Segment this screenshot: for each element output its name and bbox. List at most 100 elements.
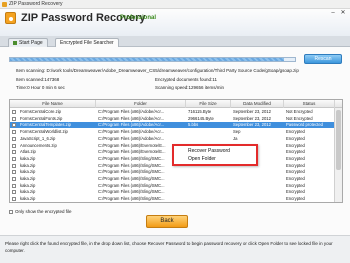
window-title: ZIP Password Recovery: [9, 1, 63, 7]
row-checkbox[interactable]: [12, 136, 16, 141]
window-titlebar: ZIP Password Recovery: [0, 0, 350, 9]
close-icon[interactable]: ✕: [339, 10, 347, 17]
cell-status: Not Encrypted: [286, 115, 313, 121]
cell-name: kaka.zip: [20, 182, 36, 188]
row-checkbox[interactable]: [12, 130, 16, 135]
table-row[interactable]: kaka.zip C:/Program Files (x86)/Sling/SMC…: [10, 176, 335, 182]
tab-label: Encrypted File Searcher: [60, 40, 114, 46]
row-checkbox[interactable]: [12, 123, 16, 128]
elapsed-time-text: Time:0 Hour 0 min 6 sec: [16, 85, 65, 90]
row-checkbox[interactable]: [12, 170, 16, 175]
cell-status: Encrypted: [286, 149, 305, 155]
cell-folder: C:/Program Files (x86)/Sling/SMC...: [98, 196, 165, 202]
table-row[interactable]: kaka.zip C:/Program Files (x86)/Sling/SMC…: [10, 183, 335, 189]
cell-status: Encrypted: [286, 155, 305, 161]
cell-date: Sep: [233, 129, 241, 135]
row-checkbox[interactable]: [12, 150, 16, 155]
column-header-file-name[interactable]: File Name: [10, 100, 96, 108]
cell-name: kaka.zip: [20, 189, 36, 195]
cell-status: Encrypted: [286, 142, 305, 148]
rescan-button[interactable]: Rescan: [304, 54, 342, 64]
only-show-label: Only show the encrypted file: [15, 209, 72, 214]
cell-status: Encrypted: [286, 169, 305, 175]
cell-folder: C:/Program Files (x86)/Sling/SMC...: [98, 189, 165, 195]
cell-name: kaka.zip: [20, 196, 36, 202]
table-row[interactable]: FormsCentralWorldlist.zip C:/Program File…: [10, 129, 335, 135]
tab-start-page[interactable]: Start Page: [8, 38, 48, 47]
tab-label: Start Page: [19, 40, 43, 46]
cell-size: 5.bbs: [188, 122, 199, 128]
cell-size: [188, 196, 230, 202]
checkbox-box[interactable]: [9, 209, 13, 214]
encrypted-found-text: Encrypted documents found:11: [155, 77, 217, 82]
cell-folder: C:/Program Files (x86)/Adobe/Acr...: [98, 109, 165, 114]
table-row[interactable]: FormsCentralCore.zip C:/Program Files (x8…: [10, 109, 335, 115]
cell-name: kaka.zip: [20, 155, 36, 161]
recover-password-menu-item[interactable]: Recover Password: [188, 148, 230, 155]
cell-date: [233, 169, 283, 175]
minimize-icon[interactable]: –: [329, 10, 337, 17]
row-checkbox[interactable]: [12, 197, 16, 202]
cell-name: JavaScript_1_6.zip: [20, 135, 56, 141]
table-row[interactable]: FormsCentralTemplates.zip C:/Program File…: [10, 122, 335, 129]
cell-date: [233, 196, 283, 202]
cell-name: kaka.zip: [20, 176, 36, 181]
cell-date: Ja: [233, 135, 238, 141]
cell-status: Encrypted: [286, 129, 305, 135]
row-checkbox[interactable]: [12, 183, 16, 188]
window-controls: – ✕: [327, 10, 347, 17]
tab-encrypted-file-searcher[interactable]: Encrypted File Searcher: [55, 38, 119, 47]
cell-size: 2966145.Byte: [188, 115, 214, 121]
cell-name: kaka.zip: [20, 169, 36, 175]
cell-size: [188, 176, 230, 182]
cell-date: [233, 176, 283, 182]
app-small-icon: [2, 2, 7, 7]
row-checkbox[interactable]: [12, 156, 16, 161]
items-scanned-text: Item scanned:147368: [16, 77, 60, 82]
cell-date: September 23, 2012: [233, 115, 271, 121]
cell-size: [188, 183, 230, 189]
table-row[interactable]: kaka.zip C:/Program Files (x86)/Sling/SMC…: [10, 169, 335, 175]
cell-folder: C:/Program Files (x86)/Sling/SMC...: [98, 176, 165, 181]
cell-folder: C:/Program Files (x86)/Sling/SMC...: [98, 169, 165, 175]
cell-name: FormsCentralWorldlist.zip: [20, 129, 68, 135]
row-checkbox[interactable]: [12, 110, 16, 114]
column-header-folder[interactable]: Folder: [96, 100, 186, 108]
scanning-speed-text: Scanning speed:129656 items/min: [155, 85, 225, 90]
row-checkbox[interactable]: [12, 116, 16, 121]
row-checkbox[interactable]: [12, 143, 16, 148]
cell-status: Encrypted: [286, 135, 305, 141]
app-logo-icon: [5, 12, 16, 24]
tab-bar: Start Page Encrypted File Searcher: [0, 36, 350, 47]
cell-name: FormsCentralFonts.zip: [20, 115, 63, 121]
table-row[interactable]: JavaScript_1_6.zip C:/Program Files (x86)…: [10, 136, 335, 142]
cell-date: September 23, 2012: [233, 109, 271, 114]
only-show-encrypted-checkbox[interactable]: Only show the encrypted file: [9, 209, 72, 215]
scan-progress-fill: [10, 58, 284, 61]
table-row[interactable]: FormsCentralFonts.zip C:/Program Files (x…: [10, 116, 335, 122]
back-button[interactable]: Back: [146, 215, 188, 228]
cell-status: Not Encrypted: [286, 109, 313, 114]
table-row[interactable]: kaka.zip C:/Program Files (x86)/Sling/SMC…: [10, 189, 335, 195]
table-row[interactable]: kaka.zip C:/Program Files (x86)/Sling/SMC…: [10, 196, 335, 202]
column-header-file-size[interactable]: File Size: [186, 100, 231, 108]
home-icon: [13, 40, 17, 45]
cell-size: [188, 136, 230, 142]
cell-date: September 23, 2012: [233, 122, 271, 128]
cell-size: [188, 169, 230, 175]
scrollbar-thumb[interactable]: [336, 110, 341, 170]
app-edition: Professional: [120, 15, 157, 21]
cell-status: Encrypted: [286, 196, 305, 202]
column-header-status[interactable]: Status: [284, 100, 335, 108]
cell-folder: C:/Program Files (x86)/Adobe/Acr...: [98, 129, 165, 135]
column-header-date-modified[interactable]: Data Modified: [231, 100, 284, 108]
row-checkbox[interactable]: [12, 177, 16, 181]
cell-name: Announcements.zip: [20, 142, 57, 148]
row-checkbox[interactable]: [12, 190, 16, 195]
cell-folder: C:/Program Files (x86)/Adobe/Acr...: [98, 135, 165, 141]
open-folder-menu-item[interactable]: Open Folder: [188, 156, 216, 163]
table-scrollbar[interactable]: [334, 108, 342, 202]
cell-status: Encrypted: [286, 189, 305, 195]
footer-hint-text: Please right click the found encrypted f…: [5, 241, 333, 253]
row-checkbox[interactable]: [12, 163, 16, 168]
